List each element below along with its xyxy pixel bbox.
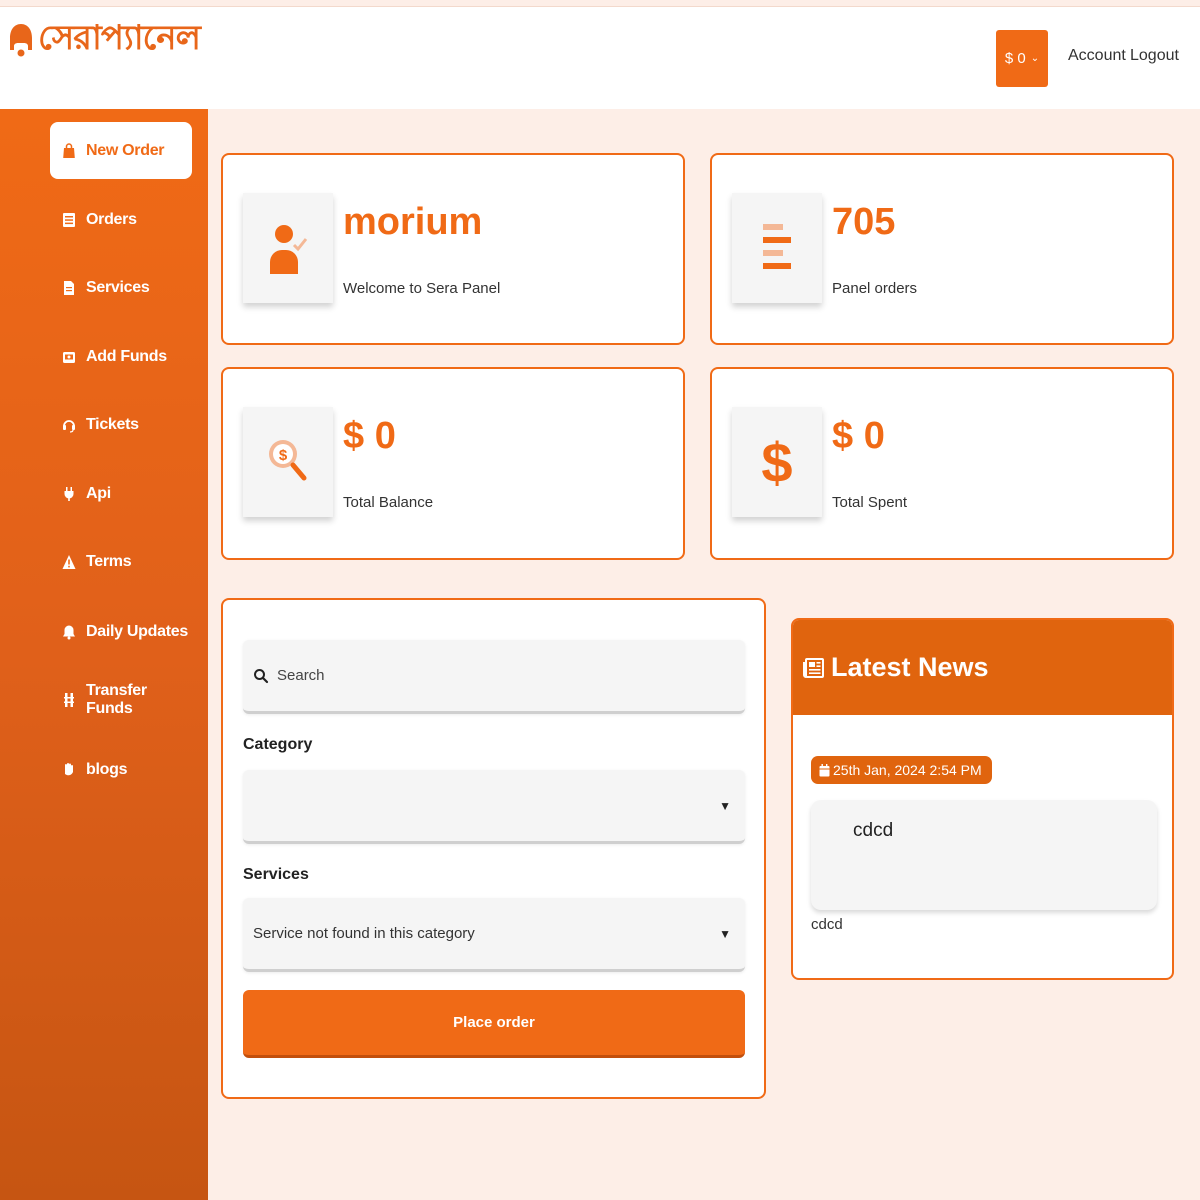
sidebar-item-blogs[interactable]: blogs <box>50 741 192 798</box>
balance-dropdown-button[interactable]: $ 0 ⌄ <box>996 30 1048 87</box>
sidebar-item-api[interactable]: Api <box>50 465 192 522</box>
logo-text: সেরাপ্যানেল <box>38 17 201 58</box>
plug-icon <box>64 486 74 501</box>
welcome-text: Welcome to Sera Panel <box>343 280 501 297</box>
username-value: morium <box>343 201 483 243</box>
services-select[interactable]: Service not found in this category ▼ <box>243 898 745 972</box>
list-icon <box>63 212 75 227</box>
stat-icon-box: $ <box>732 407 822 517</box>
search-icon <box>254 668 269 683</box>
svg-text:$: $ <box>279 447 288 464</box>
category-select[interactable]: ▼ <box>243 770 745 844</box>
svg-text:$: $ <box>762 431 792 494</box>
newspaper-icon <box>803 657 824 678</box>
place-order-button[interactable]: Place order <box>243 990 745 1058</box>
sidebar-item-label: Transfer Funds <box>86 681 147 717</box>
panel-orders-value: 705 <box>832 201 896 243</box>
dollar-icon: $ <box>762 431 792 494</box>
news-date-badge: 25th Jan, 2024 2:54 PM <box>811 756 992 784</box>
stat-icon-box: $ <box>243 407 333 517</box>
sidebar-item-label: Tickets <box>86 415 139 433</box>
news-title: Latest News <box>831 652 989 682</box>
news-date: 25th Jan, 2024 2:54 PM <box>833 762 982 778</box>
sidebar-item-label: Orders <box>86 210 137 228</box>
sidebar-item-tickets[interactable]: Tickets <box>50 396 192 453</box>
stat-card-user: morium Welcome to Sera Panel <box>221 153 685 345</box>
wallet-icon <box>63 351 75 363</box>
sidebar-item-daily-updates[interactable]: Daily Updates <box>50 603 192 660</box>
file-icon <box>64 280 74 295</box>
stat-card-spent: $ $ 0 Total Spent <box>710 367 1174 560</box>
logo-mark-icon <box>10 24 32 57</box>
warning-icon <box>62 554 76 569</box>
news-item[interactable]: cdcd <box>811 800 1157 910</box>
services-label: Services <box>243 866 309 883</box>
stat-card-orders: 705 Panel orders <box>710 153 1174 345</box>
services-value: Service not found in this category <box>253 925 475 942</box>
sidebar-item-label: Services <box>86 278 150 296</box>
headset-icon <box>63 419 75 433</box>
sidebar-item-label: Add Funds <box>86 347 167 365</box>
sidebar-item-label: Api <box>86 484 111 502</box>
total-spent-value: $ 0 <box>832 415 885 457</box>
caret-down-icon: ▼ <box>719 926 731 941</box>
new-order-form: Search Category ▼ Services Service not f… <box>221 598 766 1099</box>
logout-link[interactable]: Logout <box>1130 47 1179 65</box>
total-balance-value: $ 0 <box>343 415 396 457</box>
total-spent-label: Total Spent <box>832 494 908 511</box>
sidebar-item-label: Daily Updates <box>86 622 188 640</box>
bell-icon <box>63 625 75 639</box>
balance-value: $ 0 <box>1004 50 1026 67</box>
total-balance-label: Total Balance <box>343 494 434 511</box>
calendar-icon <box>819 763 830 776</box>
bag-icon <box>63 142 75 158</box>
stat-icon-box <box>732 193 822 303</box>
sidebar-item-label: Terms <box>86 552 132 570</box>
sidebar-item-add-funds[interactable]: Add Funds <box>50 328 192 385</box>
sidebar-item-terms[interactable]: Terms <box>50 533 192 590</box>
sidebar-item-label: blogs <box>86 760 128 778</box>
account-link[interactable]: Account <box>1068 47 1126 65</box>
user-check-icon <box>270 225 308 274</box>
top-header: সেরাপ্যানেল $ 0 ⌄ Account Logout <box>0 7 1200 109</box>
search-placeholder: Search <box>277 667 325 684</box>
caret-down-icon: ▼ <box>719 798 731 813</box>
sidebar-item-services[interactable]: Services <box>50 259 192 316</box>
sidebar-item-orders[interactable]: Orders <box>50 191 192 248</box>
panel-orders-label: Panel orders <box>832 280 918 297</box>
sidebar-item-transfer-funds[interactable]: Transfer Funds <box>50 671 192 728</box>
bars-icon <box>763 224 791 269</box>
sidebar-item-label: New Order <box>86 141 165 159</box>
sidebar-item-new-order[interactable]: New Order <box>50 122 192 179</box>
news-item-body: cdcd <box>811 916 843 933</box>
hand-icon <box>65 762 73 775</box>
stat-card-balance: $ $ 0 Total Balance <box>221 367 685 560</box>
chevron-down-icon: ⌄ <box>1030 53 1040 64</box>
search-dollar-icon: $ <box>269 440 307 481</box>
sidebar: New Order Orders Services Add Funds Tick… <box>0 109 208 1200</box>
search-input[interactable]: Search <box>243 640 745 714</box>
stat-icon-box <box>243 193 333 303</box>
news-header: Latest News <box>793 620 1172 715</box>
transfer-icon <box>64 692 74 707</box>
category-label: Category <box>243 736 313 753</box>
news-item-title: cdcd <box>853 820 894 841</box>
brand-logo[interactable]: সেরাপ্যানেল <box>6 15 201 65</box>
latest-news-card: Latest News 25th Jan, 2024 2:54 PM cdcd … <box>791 618 1174 980</box>
